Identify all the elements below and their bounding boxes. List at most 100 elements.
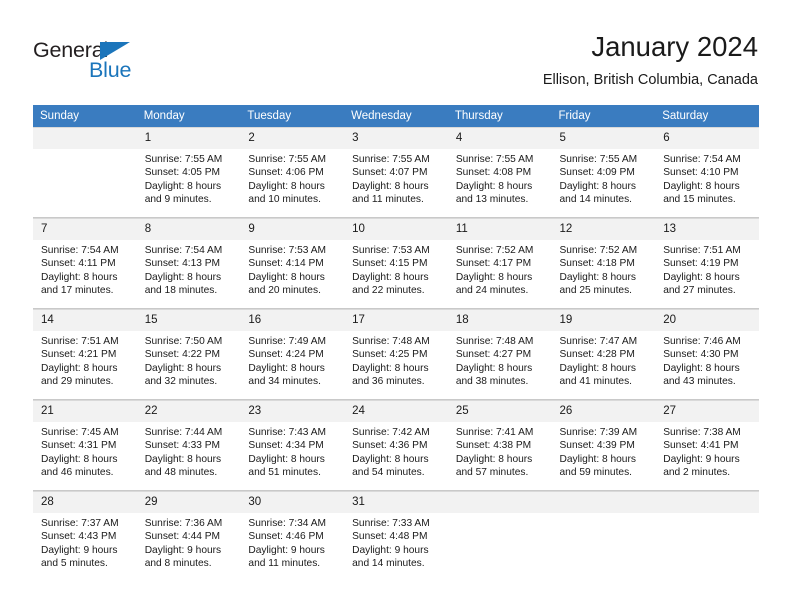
day-number: 22 bbox=[136, 401, 241, 422]
day-number-cell[interactable]: 31 bbox=[344, 491, 448, 513]
day-detail-cell[interactable]: Sunrise: 7:43 AM Sunset: 4:34 PM Daylight:… bbox=[240, 422, 345, 490]
day-number-cell[interactable]: 20 bbox=[655, 309, 759, 331]
day-number-cell[interactable]: 18 bbox=[447, 309, 552, 331]
day-detail-cell[interactable]: Sunrise: 7:55 AM Sunset: 4:08 PM Daylight:… bbox=[447, 149, 552, 217]
day-number-cell[interactable]: 8 bbox=[136, 218, 241, 240]
day-detail-cell[interactable]: Sunrise: 7:48 AM Sunset: 4:27 PM Daylight:… bbox=[447, 331, 552, 399]
day-number: 7 bbox=[33, 219, 137, 240]
day-detail-line: and 34 minutes. bbox=[248, 376, 321, 388]
day-detail-cell[interactable]: Sunrise: 7:37 AM Sunset: 4:43 PM Daylight:… bbox=[33, 513, 137, 581]
day-detail-cell[interactable]: Sunrise: 7:42 AM Sunset: 4:36 PM Daylight:… bbox=[344, 422, 448, 490]
day-number: 2 bbox=[240, 128, 345, 149]
day-number-cell[interactable]: 12 bbox=[551, 218, 656, 240]
day-detail-cell[interactable]: Sunrise: 7:36 AM Sunset: 4:44 PM Daylight:… bbox=[136, 513, 241, 581]
day-number-cell[interactable]: 16 bbox=[240, 309, 345, 331]
day-detail-line: and 32 minutes. bbox=[144, 376, 218, 388]
day-detail-cell[interactable]: Sunrise: 7:39 AM Sunset: 4:39 PM Daylight:… bbox=[551, 422, 656, 490]
day-number-cell[interactable]: 9 bbox=[240, 218, 345, 240]
weekday-header-saturday: Saturday bbox=[655, 105, 759, 128]
day-detail-line: Sunrise: 7:48 AM bbox=[352, 336, 430, 347]
day-detail-cell[interactable]: Sunrise: 7:55 AM Sunset: 4:06 PM Daylight:… bbox=[240, 149, 345, 217]
day-number-cell[interactable]: 1 bbox=[136, 127, 241, 149]
day-detail-cell[interactable]: Sunrise: 7:52 AM Sunset: 4:17 PM Daylight:… bbox=[447, 240, 552, 308]
day-detail-line: Daylight: 8 hours bbox=[248, 362, 325, 374]
day-number-cell[interactable]: 22 bbox=[136, 400, 241, 422]
day-detail-text: Sunrise: 7:55 AM Sunset: 4:05 PM Daylight:… bbox=[136, 149, 241, 217]
day-detail-text: Sunrise: 7:52 AM Sunset: 4:18 PM Daylight:… bbox=[551, 240, 656, 308]
day-number-cell[interactable]: 27 bbox=[655, 400, 759, 422]
day-number-cell[interactable]: 6 bbox=[655, 127, 759, 149]
day-detail-line: Sunrise: 7:36 AM bbox=[144, 518, 223, 529]
day-detail-cell[interactable]: Sunrise: 7:55 AM Sunset: 4:09 PM Daylight:… bbox=[551, 149, 656, 217]
day-detail-cell[interactable]: Sunrise: 7:49 AM Sunset: 4:24 PM Daylight:… bbox=[240, 331, 345, 399]
day-detail-cell[interactable]: Sunrise: 7:47 AM Sunset: 4:28 PM Daylight:… bbox=[551, 331, 656, 399]
day-detail-cell[interactable]: Sunrise: 7:55 AM Sunset: 4:05 PM Daylight:… bbox=[136, 149, 241, 217]
day-detail-cell[interactable]: Sunrise: 7:41 AM Sunset: 4:38 PM Daylight:… bbox=[447, 422, 552, 490]
day-number-cell[interactable]: 28 bbox=[33, 491, 137, 513]
day-detail-cell[interactable]: Sunrise: 7:33 AM Sunset: 4:48 PM Daylight:… bbox=[344, 513, 448, 581]
day-number-cell[interactable]: 2 bbox=[240, 127, 345, 149]
day-detail-text: Sunrise: 7:33 AM Sunset: 4:48 PM Daylight:… bbox=[344, 513, 448, 581]
weekday-header-thursday: Thursday bbox=[447, 105, 552, 128]
day-number-cell[interactable]: 10 bbox=[344, 218, 448, 240]
day-detail-cell[interactable]: Sunrise: 7:51 AM Sunset: 4:19 PM Daylight:… bbox=[655, 240, 759, 308]
day-detail-cell[interactable]: Sunrise: 7:34 AM Sunset: 4:46 PM Daylight:… bbox=[240, 513, 345, 581]
day-detail-cell[interactable]: Sunrise: 7:52 AM Sunset: 4:18 PM Daylight:… bbox=[551, 240, 656, 308]
day-number-cell[interactable]: 23 bbox=[240, 400, 345, 422]
day-detail-line: Sunset: 4:15 PM bbox=[352, 258, 428, 270]
day-detail-text: Sunrise: 7:46 AM Sunset: 4:30 PM Daylight:… bbox=[655, 331, 759, 399]
day-detail-line: Sunset: 4:34 PM bbox=[248, 440, 324, 452]
day-detail-text: Sunrise: 7:47 AM Sunset: 4:28 PM Daylight:… bbox=[551, 331, 656, 399]
day-number-cell[interactable]: 17 bbox=[344, 309, 448, 331]
day-number-cell[interactable]: 5 bbox=[551, 127, 656, 149]
day-detail-cell[interactable]: Sunrise: 7:44 AM Sunset: 4:33 PM Daylight:… bbox=[136, 422, 241, 490]
day-number-cell[interactable]: 29 bbox=[136, 491, 241, 513]
day-detail-line: Sunset: 4:44 PM bbox=[144, 531, 221, 543]
day-number-cell[interactable]: 3 bbox=[344, 127, 448, 149]
day-detail-cell[interactable]: Sunrise: 7:54 AM Sunset: 4:13 PM Daylight:… bbox=[136, 240, 241, 308]
general-blue-logo[interactable]: General Blue bbox=[33, 38, 163, 84]
day-detail-line: Daylight: 8 hours bbox=[144, 271, 222, 283]
weekday-header-friday: Friday bbox=[551, 105, 656, 128]
day-number-cell[interactable]: 7 bbox=[33, 218, 137, 240]
weekday-header-wednesday: Wednesday bbox=[344, 105, 448, 128]
day-detail-cell[interactable]: Sunrise: 7:48 AM Sunset: 4:25 PM Daylight:… bbox=[344, 331, 448, 399]
day-detail-cell[interactable]: Sunrise: 7:53 AM Sunset: 4:14 PM Daylight:… bbox=[240, 240, 345, 308]
day-detail-row: Sunrise: 7:51 AM Sunset: 4:21 PM Daylight:… bbox=[33, 331, 759, 399]
day-number-cell[interactable]: 4 bbox=[447, 127, 552, 149]
day-detail-cell[interactable]: Sunrise: 7:45 AM Sunset: 4:31 PM Daylight:… bbox=[33, 422, 137, 490]
day-detail-cell[interactable]: Sunrise: 7:54 AM Sunset: 4:10 PM Daylight:… bbox=[655, 149, 759, 217]
day-detail-line: Sunset: 4:22 PM bbox=[144, 349, 221, 361]
day-number-cell[interactable]: 21 bbox=[33, 400, 137, 422]
day-detail-cell[interactable]: Sunrise: 7:55 AM Sunset: 4:07 PM Daylight:… bbox=[344, 149, 448, 217]
day-number: 11 bbox=[447, 219, 552, 240]
day-number: 8 bbox=[136, 219, 241, 240]
day-number-cell[interactable]: 24 bbox=[344, 400, 448, 422]
day-number bbox=[33, 128, 137, 149]
day-number-cell[interactable]: 13 bbox=[655, 218, 759, 240]
day-number-cell[interactable]: 30 bbox=[240, 491, 345, 513]
day-number-row: 14 15 16 17 18 19 20 bbox=[33, 309, 759, 331]
day-detail-cell[interactable]: Sunrise: 7:38 AM Sunset: 4:41 PM Daylight:… bbox=[655, 422, 759, 490]
day-detail-cell[interactable]: Sunrise: 7:46 AM Sunset: 4:30 PM Daylight:… bbox=[655, 331, 759, 399]
day-number-cell[interactable]: 11 bbox=[447, 218, 552, 240]
day-detail-cell[interactable]: Sunrise: 7:54 AM Sunset: 4:11 PM Daylight:… bbox=[33, 240, 137, 308]
day-detail-line: Sunset: 4:08 PM bbox=[455, 167, 532, 179]
day-number: 5 bbox=[551, 128, 656, 149]
day-number: 15 bbox=[136, 310, 241, 331]
day-number-cell[interactable]: 26 bbox=[551, 400, 656, 422]
day-number-cell[interactable]: 15 bbox=[136, 309, 241, 331]
day-number-cell[interactable]: 19 bbox=[551, 309, 656, 331]
day-detail-line: Sunset: 4:07 PM bbox=[352, 167, 428, 179]
weekday-header-tuesday: Tuesday bbox=[240, 105, 345, 128]
day-detail-line: Daylight: 8 hours bbox=[41, 271, 118, 283]
day-detail-row: Sunrise: 7:55 AM Sunset: 4:05 PM Daylight:… bbox=[33, 149, 759, 217]
day-detail-line: Daylight: 8 hours bbox=[663, 180, 740, 192]
day-number-cell[interactable]: 25 bbox=[447, 400, 552, 422]
day-detail-cell[interactable]: Sunrise: 7:50 AM Sunset: 4:22 PM Daylight:… bbox=[136, 331, 241, 399]
day-number: 10 bbox=[344, 219, 448, 240]
day-number-cell[interactable]: 14 bbox=[33, 309, 137, 331]
day-number: 12 bbox=[551, 219, 656, 240]
day-detail-cell[interactable]: Sunrise: 7:53 AM Sunset: 4:15 PM Daylight:… bbox=[344, 240, 448, 308]
day-detail-cell[interactable]: Sunrise: 7:51 AM Sunset: 4:21 PM Daylight:… bbox=[33, 331, 137, 399]
